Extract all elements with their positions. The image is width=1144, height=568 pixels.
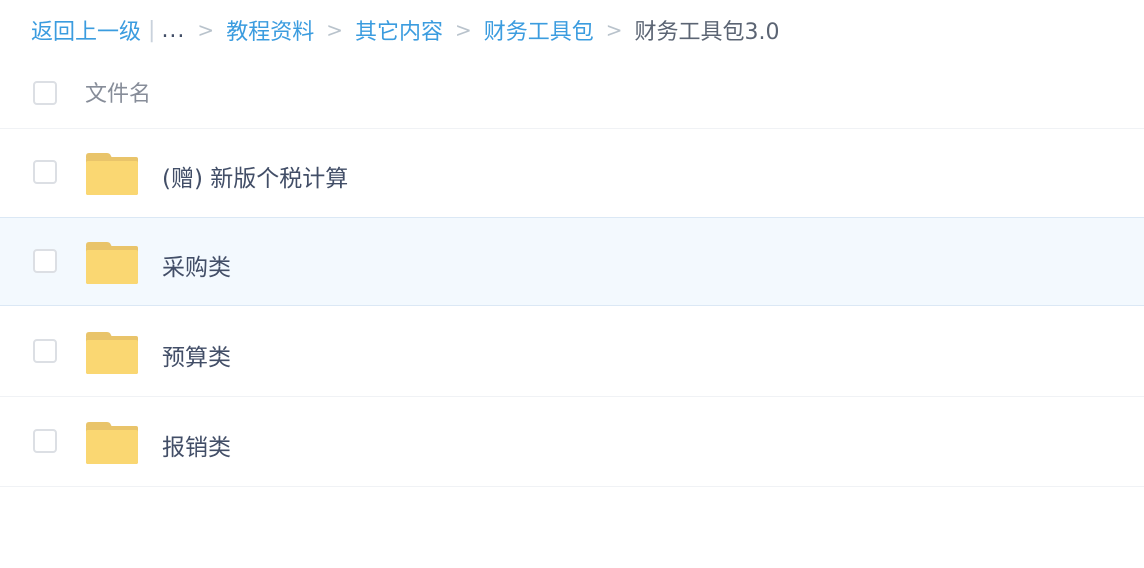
file-name[interactable]: (赠) 新版个税计算 [162, 159, 348, 193]
file-row[interactable]: 预算类 [0, 308, 1144, 397]
breadcrumb: 返回上一级 | ... > 教程资料 > 其它内容 > 财务工具包 > 财务工具… [31, 12, 780, 48]
folder-icon [86, 422, 138, 464]
breadcrumb-item-tutorials[interactable]: 教程资料 [226, 14, 314, 46]
filename-column-header[interactable]: 文件名 [85, 76, 151, 108]
breadcrumb-ellipsis[interactable]: ... [161, 18, 185, 43]
back-link[interactable]: 返回上一级 [31, 14, 141, 46]
folder-icon [86, 242, 138, 284]
breadcrumb-separator: > [326, 18, 343, 42]
row-checkbox[interactable] [33, 249, 57, 273]
select-all-checkbox[interactable] [33, 81, 57, 105]
file-name[interactable]: 预算类 [162, 338, 231, 372]
breadcrumb-divider: | [148, 17, 156, 43]
folder-icon [86, 332, 138, 374]
breadcrumb-separator: > [197, 18, 215, 42]
file-row[interactable]: (赠) 新版个税计算 [0, 129, 1144, 218]
row-checkbox[interactable] [33, 429, 57, 453]
file-row[interactable]: 采购类 [0, 217, 1144, 306]
breadcrumb-separator: > [454, 18, 472, 42]
breadcrumb-separator: > [605, 18, 623, 42]
file-row[interactable]: 报销类 [0, 398, 1144, 487]
breadcrumb-item-other[interactable]: 其它内容 [355, 14, 443, 46]
folder-icon [86, 153, 138, 195]
file-name[interactable]: 采购类 [162, 248, 231, 282]
file-list-header: 文件名 [0, 58, 1144, 129]
file-name[interactable]: 报销类 [162, 428, 231, 462]
breadcrumb-item-finance-toolkit[interactable]: 财务工具包 [484, 14, 594, 46]
row-checkbox[interactable] [33, 339, 57, 363]
row-checkbox[interactable] [33, 160, 57, 184]
breadcrumb-current: 财务工具包3.0 [634, 20, 780, 45]
